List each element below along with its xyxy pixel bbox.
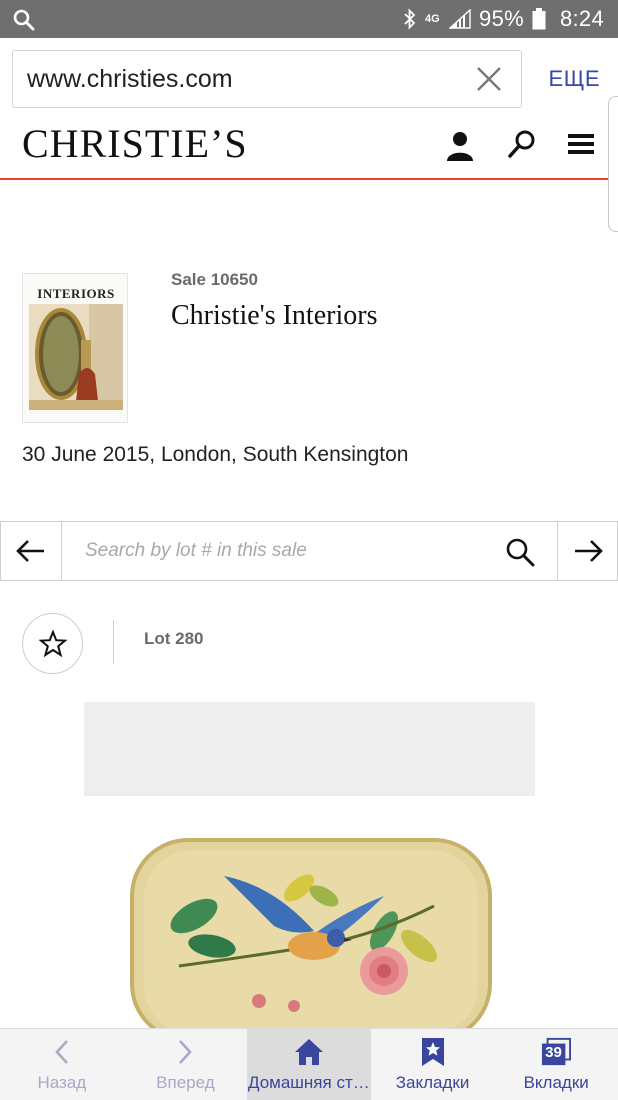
bookmark-icon <box>421 1038 444 1066</box>
nav-back-label: Назад <box>37 1073 87 1092</box>
sale-date-location: 30 June 2015, London, South Kensington <box>22 443 409 466</box>
chevron-right-icon <box>179 1040 193 1064</box>
sale-catalogue-cover[interactable]: INTERIORS <box>22 273 128 423</box>
nav-tabs[interactable]: 39 Вкладки <box>494 1029 618 1100</box>
network-type: 4G <box>425 12 440 25</box>
christies-logo[interactable]: CHRISTIE’S <box>22 120 248 167</box>
search-icon[interactable] <box>504 536 536 568</box>
tab-count-badge: 39 <box>545 1044 562 1061</box>
site-header: CHRISTIE’S <box>0 120 618 180</box>
url-text[interactable]: www.christies.com <box>27 65 233 94</box>
lot-number: Lot 280 <box>144 629 204 648</box>
battery-icon <box>532 8 546 30</box>
browser-bottom-nav: Назад Вперед Домашняя страница Закладки <box>0 1028 618 1100</box>
side-panel-handle[interactable] <box>608 96 618 232</box>
arrow-right-icon <box>574 540 603 562</box>
bluetooth-icon <box>404 8 416 30</box>
nav-bookmarks-label: Закладки <box>395 1073 470 1092</box>
chevron-left-icon <box>55 1040 68 1064</box>
sale-title[interactable]: Christie's Interiors <box>171 300 377 332</box>
address-bar[interactable]: www.christies.com <box>12 50 522 108</box>
nav-home-label: Домашняя страница <box>247 1073 370 1092</box>
painted-tray-image <box>84 796 535 1042</box>
favorite-button[interactable] <box>22 613 83 674</box>
nav-bookmarks[interactable]: Закладки <box>371 1029 495 1100</box>
close-icon[interactable] <box>475 65 503 93</box>
sale-number: Sale 10650 <box>171 270 258 289</box>
browser-toolbar: www.christies.com ЕЩЕ <box>0 38 618 122</box>
next-lot-button[interactable] <box>557 522 618 580</box>
status-bar: 4G 95% 8:24 <box>0 0 618 38</box>
lot-image[interactable] <box>84 702 535 1042</box>
image-placeholder-band <box>84 702 535 796</box>
more-button[interactable]: ЕЩЕ <box>549 66 600 92</box>
nav-forward[interactable]: Вперед <box>124 1029 248 1100</box>
battery-percent: 95% <box>479 6 524 31</box>
nav-forward-label: Вперед <box>156 1073 215 1092</box>
lot-search-input[interactable] <box>63 522 501 580</box>
nav-back[interactable]: Назад <box>0 1029 124 1100</box>
search-icon[interactable] <box>505 128 539 162</box>
menu-icon[interactable] <box>565 128 599 162</box>
arrow-left-icon <box>16 540 44 562</box>
signal-icon <box>449 9 471 29</box>
home-icon <box>294 1039 323 1065</box>
cover-title: INTERIORS <box>37 286 115 301</box>
nav-tabs-label: Вкладки <box>523 1073 589 1092</box>
previous-lot-button[interactable] <box>0 522 62 580</box>
cover-image <box>29 304 123 410</box>
account-icon[interactable] <box>443 128 477 162</box>
star-icon <box>38 629 67 657</box>
nav-home[interactable]: Домашняя страница <box>247 1029 371 1100</box>
search-icon <box>13 9 35 31</box>
lot-search-bar <box>0 521 618 581</box>
clock: 8:24 <box>559 6 604 31</box>
lot-divider <box>113 620 114 664</box>
